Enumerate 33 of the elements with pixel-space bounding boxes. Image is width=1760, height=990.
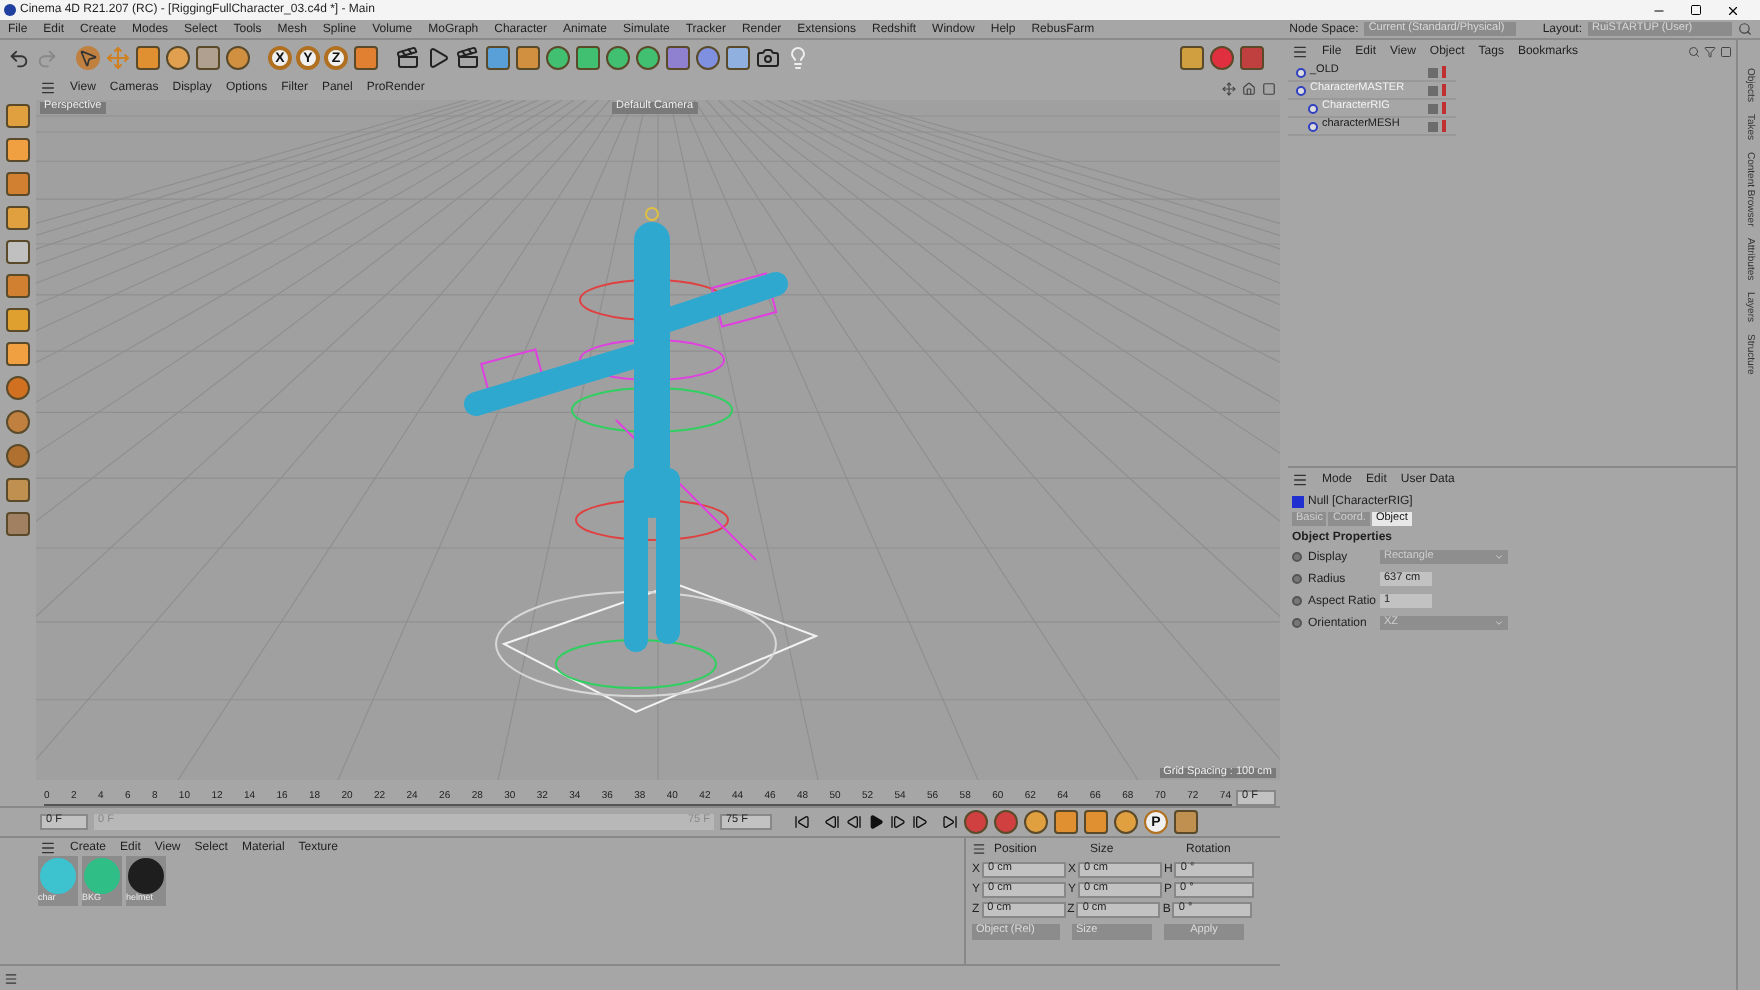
render-view-icon[interactable]: [396, 46, 420, 70]
menu-icon[interactable]: [4, 971, 18, 985]
camera-icon[interactable]: [756, 46, 780, 70]
play-icon[interactable]: [868, 814, 884, 830]
null-object-icon: [1292, 496, 1304, 508]
menu-icon[interactable]: [972, 842, 986, 856]
search-icon[interactable]: [1738, 22, 1752, 36]
menu-icon[interactable]: [40, 839, 56, 855]
menu-icon[interactable]: [1292, 472, 1308, 488]
maximize-icon[interactable]: [1690, 3, 1702, 15]
animate-toggle-icon[interactable]: [1292, 574, 1302, 584]
go-to-end-icon[interactable]: [942, 814, 958, 830]
menu-icon[interactable]: [40, 80, 56, 96]
pan-view-icon[interactable]: [1222, 81, 1236, 95]
previous-key-icon[interactable]: [824, 814, 840, 830]
search-icon[interactable]: [1688, 46, 1700, 58]
menu-icon[interactable]: [1292, 44, 1308, 60]
new-window-icon[interactable]: [1720, 46, 1732, 58]
render-settings-icon[interactable]: [456, 46, 480, 70]
animate-toggle-icon[interactable]: [1292, 552, 1302, 562]
toggle-view-icon[interactable]: [1262, 81, 1276, 95]
app-logo-icon: [4, 4, 16, 16]
next-frame-icon[interactable]: [890, 814, 906, 830]
select-tool-icon[interactable]: [76, 46, 100, 70]
next-key-icon[interactable]: [912, 814, 928, 830]
close-icon[interactable]: [1726, 3, 1740, 17]
filter-icon[interactable]: [1704, 46, 1716, 58]
previous-frame-icon[interactable]: [846, 814, 862, 830]
animate-toggle-icon[interactable]: [1292, 596, 1302, 606]
go-to-start-icon[interactable]: [794, 814, 810, 830]
animate-toggle-icon[interactable]: [1292, 618, 1302, 628]
render-picture-viewer-icon[interactable]: [426, 46, 450, 70]
undo-icon[interactable]: [8, 47, 30, 69]
